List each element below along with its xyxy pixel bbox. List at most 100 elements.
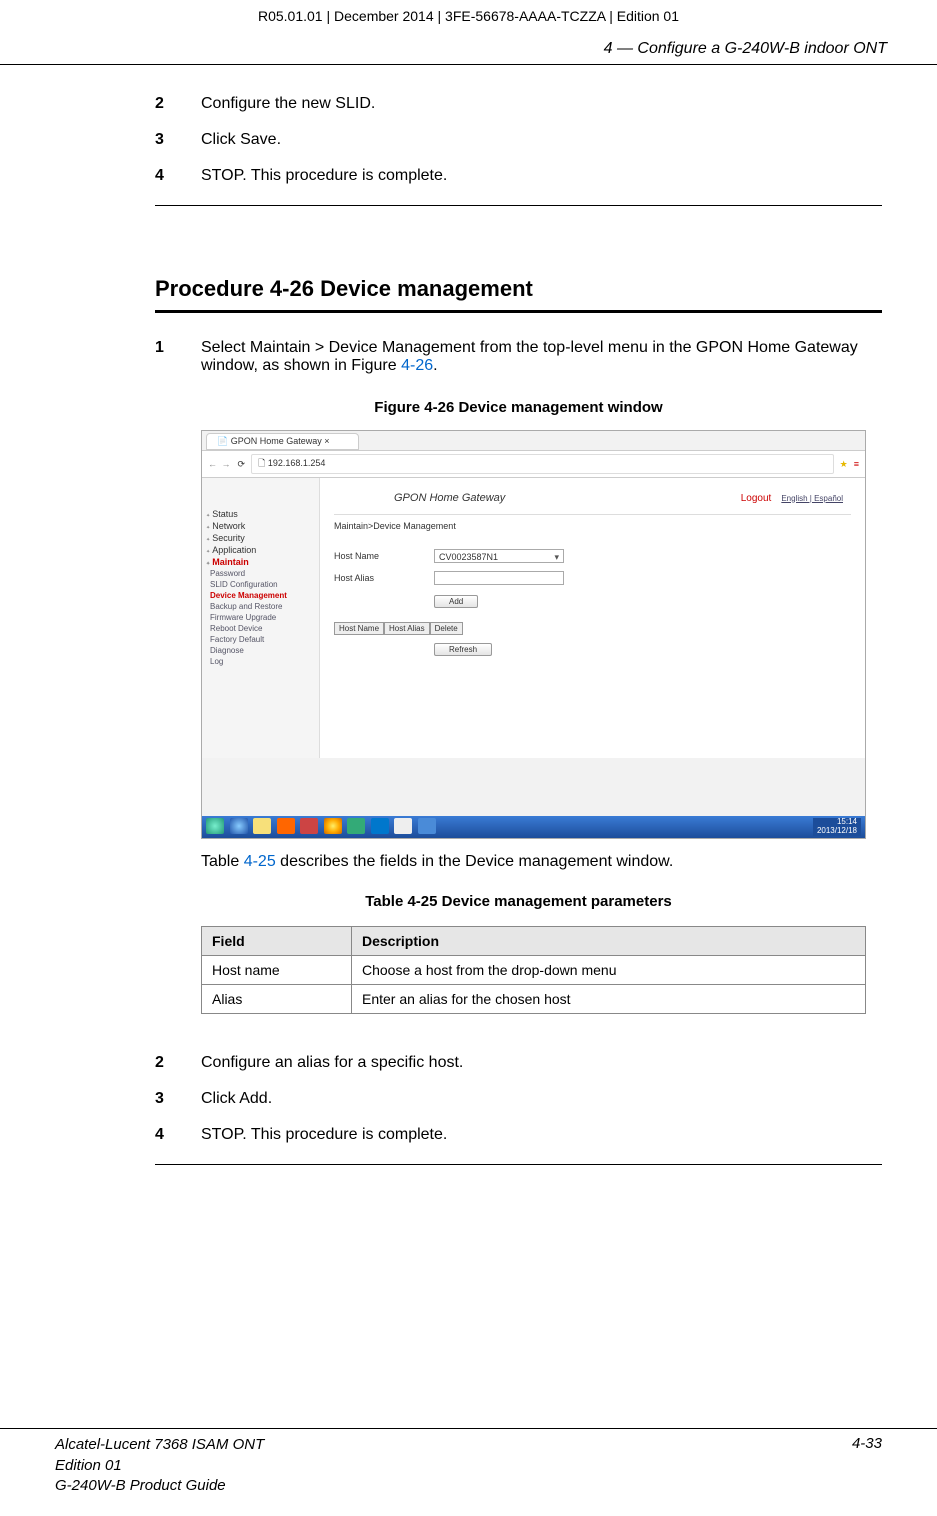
reload-icon[interactable]: ⟳ <box>238 459 246 470</box>
doc-header-line: R05.01.01 | December 2014 | 3FE-56678-AA… <box>0 0 937 28</box>
step-text-pre: Select Maintain > Device Management from… <box>201 339 858 374</box>
horizontal-rule <box>155 1164 882 1165</box>
table-row: Alias Enter an alias for the chosen host <box>202 985 866 1014</box>
step-number: 4 <box>155 167 201 185</box>
start-orb-icon[interactable] <box>206 818 224 834</box>
step-text: STOP. This procedure is complete. <box>201 167 882 185</box>
bookmark-star-icon[interactable]: ★ <box>840 459 848 470</box>
host-alias-input[interactable] <box>434 571 564 585</box>
sidebar-sub-device-management[interactable]: Device Management <box>206 590 315 601</box>
step-number: 2 <box>155 95 201 113</box>
step-number: 1 <box>155 339 201 375</box>
firefox-icon[interactable] <box>277 818 295 834</box>
sidebar-item-security[interactable]: Security <box>206 532 315 544</box>
browser-menu-icon[interactable]: ≡ <box>854 459 859 469</box>
sidebar-sub-log[interactable]: Log <box>206 656 315 667</box>
add-button[interactable]: Add <box>434 595 478 608</box>
step-row: 2 Configure an alias for a specific host… <box>155 1054 882 1072</box>
th-description: Description <box>352 927 866 956</box>
sidebar-sub-slid[interactable]: SLID Configuration <box>206 579 315 590</box>
taskbar-icons <box>206 818 439 836</box>
sidebar-item-maintain[interactable]: Maintain <box>206 556 315 568</box>
table-caption: Table 4-25 Device management parameters <box>155 893 882 910</box>
figure-link[interactable]: 4-26 <box>401 357 433 374</box>
sidebar-item-network[interactable]: Network <box>206 520 315 532</box>
steps-top: 2 Configure the new SLID. 3 Click Save. … <box>155 95 882 185</box>
nav-back-forward-icons[interactable]: ← → <box>208 459 232 469</box>
sidebar-sub-diagnose[interactable]: Diagnose <box>206 645 315 656</box>
chrome-icon[interactable] <box>324 818 342 834</box>
footer-line-1: Alcatel-Lucent 7368 ISAM ONT <box>55 1435 264 1455</box>
cell-description: Enter an alias for the chosen host <box>352 985 866 1014</box>
url-text: 192.168.1.254 <box>268 458 326 468</box>
figure-caption: Figure 4-26 Device management window <box>155 399 882 416</box>
step-text: Select Maintain > Device Management from… <box>201 339 882 375</box>
windows-taskbar: 15:14 2013/12/18 <box>202 816 865 838</box>
horizontal-rule <box>155 205 882 206</box>
sidebar-item-status[interactable]: Status <box>206 508 315 520</box>
step-text: STOP. This procedure is complete. <box>201 1126 882 1144</box>
app-icon-2[interactable] <box>371 818 389 834</box>
step-number: 4 <box>155 1126 201 1144</box>
sidebar-sub-firmware[interactable]: Firmware Upgrade <box>206 612 315 623</box>
language-links[interactable]: English | Español <box>781 494 843 503</box>
host-name-dropdown[interactable]: CV0023587N1 <box>434 549 564 563</box>
browser-tab-strip: 📄 GPON Home Gateway × <box>202 431 865 450</box>
step-number: 2 <box>155 1054 201 1072</box>
excel-icon[interactable] <box>347 818 365 834</box>
text-post: describes the fields in the Device manag… <box>276 853 674 870</box>
step-row: 2 Configure the new SLID. <box>155 95 882 113</box>
th-field: Field <box>202 927 352 956</box>
parameters-table: Field Description Host name Choose a hos… <box>201 926 866 1014</box>
host-name-label: Host Name <box>334 551 434 561</box>
step-row: 4 STOP. This procedure is complete. <box>155 1126 882 1144</box>
step-row: 3 Click Save. <box>155 131 882 149</box>
browser-tab[interactable]: 📄 GPON Home Gateway × <box>206 433 359 450</box>
app-icon[interactable] <box>300 818 318 834</box>
steps-bottom: 2 Configure an alias for a specific host… <box>155 1054 882 1144</box>
clock-date: 2013/12/18 <box>817 827 857 836</box>
step-row: 4 STOP. This procedure is complete. <box>155 167 882 185</box>
th-host-name: Host Name <box>334 622 384 635</box>
sidebar-item-application[interactable]: Application <box>206 544 315 556</box>
word-icon[interactable] <box>418 818 436 834</box>
logout-link[interactable]: Logout <box>741 493 772 504</box>
figure-screenshot: 📄 GPON Home Gateway × ← → ⟳ 🗋 192.168.1.… <box>201 430 866 839</box>
step-text-post: . <box>433 357 437 374</box>
sidebar-sub-password[interactable]: Password <box>206 568 315 579</box>
taskbar-clock[interactable]: 15:14 2013/12/18 <box>813 818 861 836</box>
sidebar-sub-backup[interactable]: Backup and Restore <box>206 601 315 612</box>
cell-field: Alias <box>202 985 352 1014</box>
step-text: Configure the new SLID. <box>201 95 882 113</box>
url-field[interactable]: 🗋 192.168.1.254 <box>251 454 834 474</box>
banner-title: GPON Home Gateway <box>394 492 505 504</box>
step-text: Configure an alias for a specific host. <box>201 1054 882 1072</box>
page-number: 4-33 <box>852 1435 882 1496</box>
procedure-step-1: 1 Select Maintain > Device Management fr… <box>155 339 882 375</box>
form-row-host-name: Host Name CV0023587N1 <box>334 545 851 567</box>
explorer-icon[interactable] <box>253 818 271 834</box>
app-icon-3[interactable] <box>394 818 412 834</box>
nav-sidebar: Status Network Security Application Main… <box>202 478 320 758</box>
sidebar-sub-factory[interactable]: Factory Default <box>206 634 315 645</box>
breadcrumb: Maintain>Device Management <box>334 515 851 545</box>
step-text: Click Add. <box>201 1090 882 1108</box>
page-body: Status Network Security Application Main… <box>202 478 865 758</box>
form-row-host-alias: Host Alias <box>334 567 851 589</box>
chapter-title: 4 — Configure a G-240W-B indoor ONT <box>0 28 937 65</box>
browser-address-bar: ← → ⟳ 🗋 192.168.1.254 ★ ≡ <box>202 450 865 478</box>
th-host-alias: Host Alias <box>384 622 430 635</box>
step-row: 1 Select Maintain > Device Management fr… <box>155 339 882 375</box>
footer-line-2: Edition 01 <box>55 1456 264 1476</box>
procedure-title: Procedure 4-26 Device management <box>155 276 882 313</box>
ie-icon[interactable] <box>230 818 248 834</box>
refresh-button[interactable]: Refresh <box>434 643 492 656</box>
cell-description: Choose a host from the drop-down menu <box>352 956 866 985</box>
step-row: 3 Click Add. <box>155 1090 882 1108</box>
sidebar-sub-reboot[interactable]: Reboot Device <box>206 623 315 634</box>
table-link[interactable]: 4-25 <box>244 853 276 870</box>
host-table-header: Host NameHost AliasDelete <box>334 622 851 635</box>
footer-line-3: G-240W-B Product Guide <box>55 1476 264 1496</box>
doc-footer: Alcatel-Lucent 7368 ISAM ONT Edition 01 … <box>0 1428 937 1496</box>
step-number: 3 <box>155 1090 201 1108</box>
